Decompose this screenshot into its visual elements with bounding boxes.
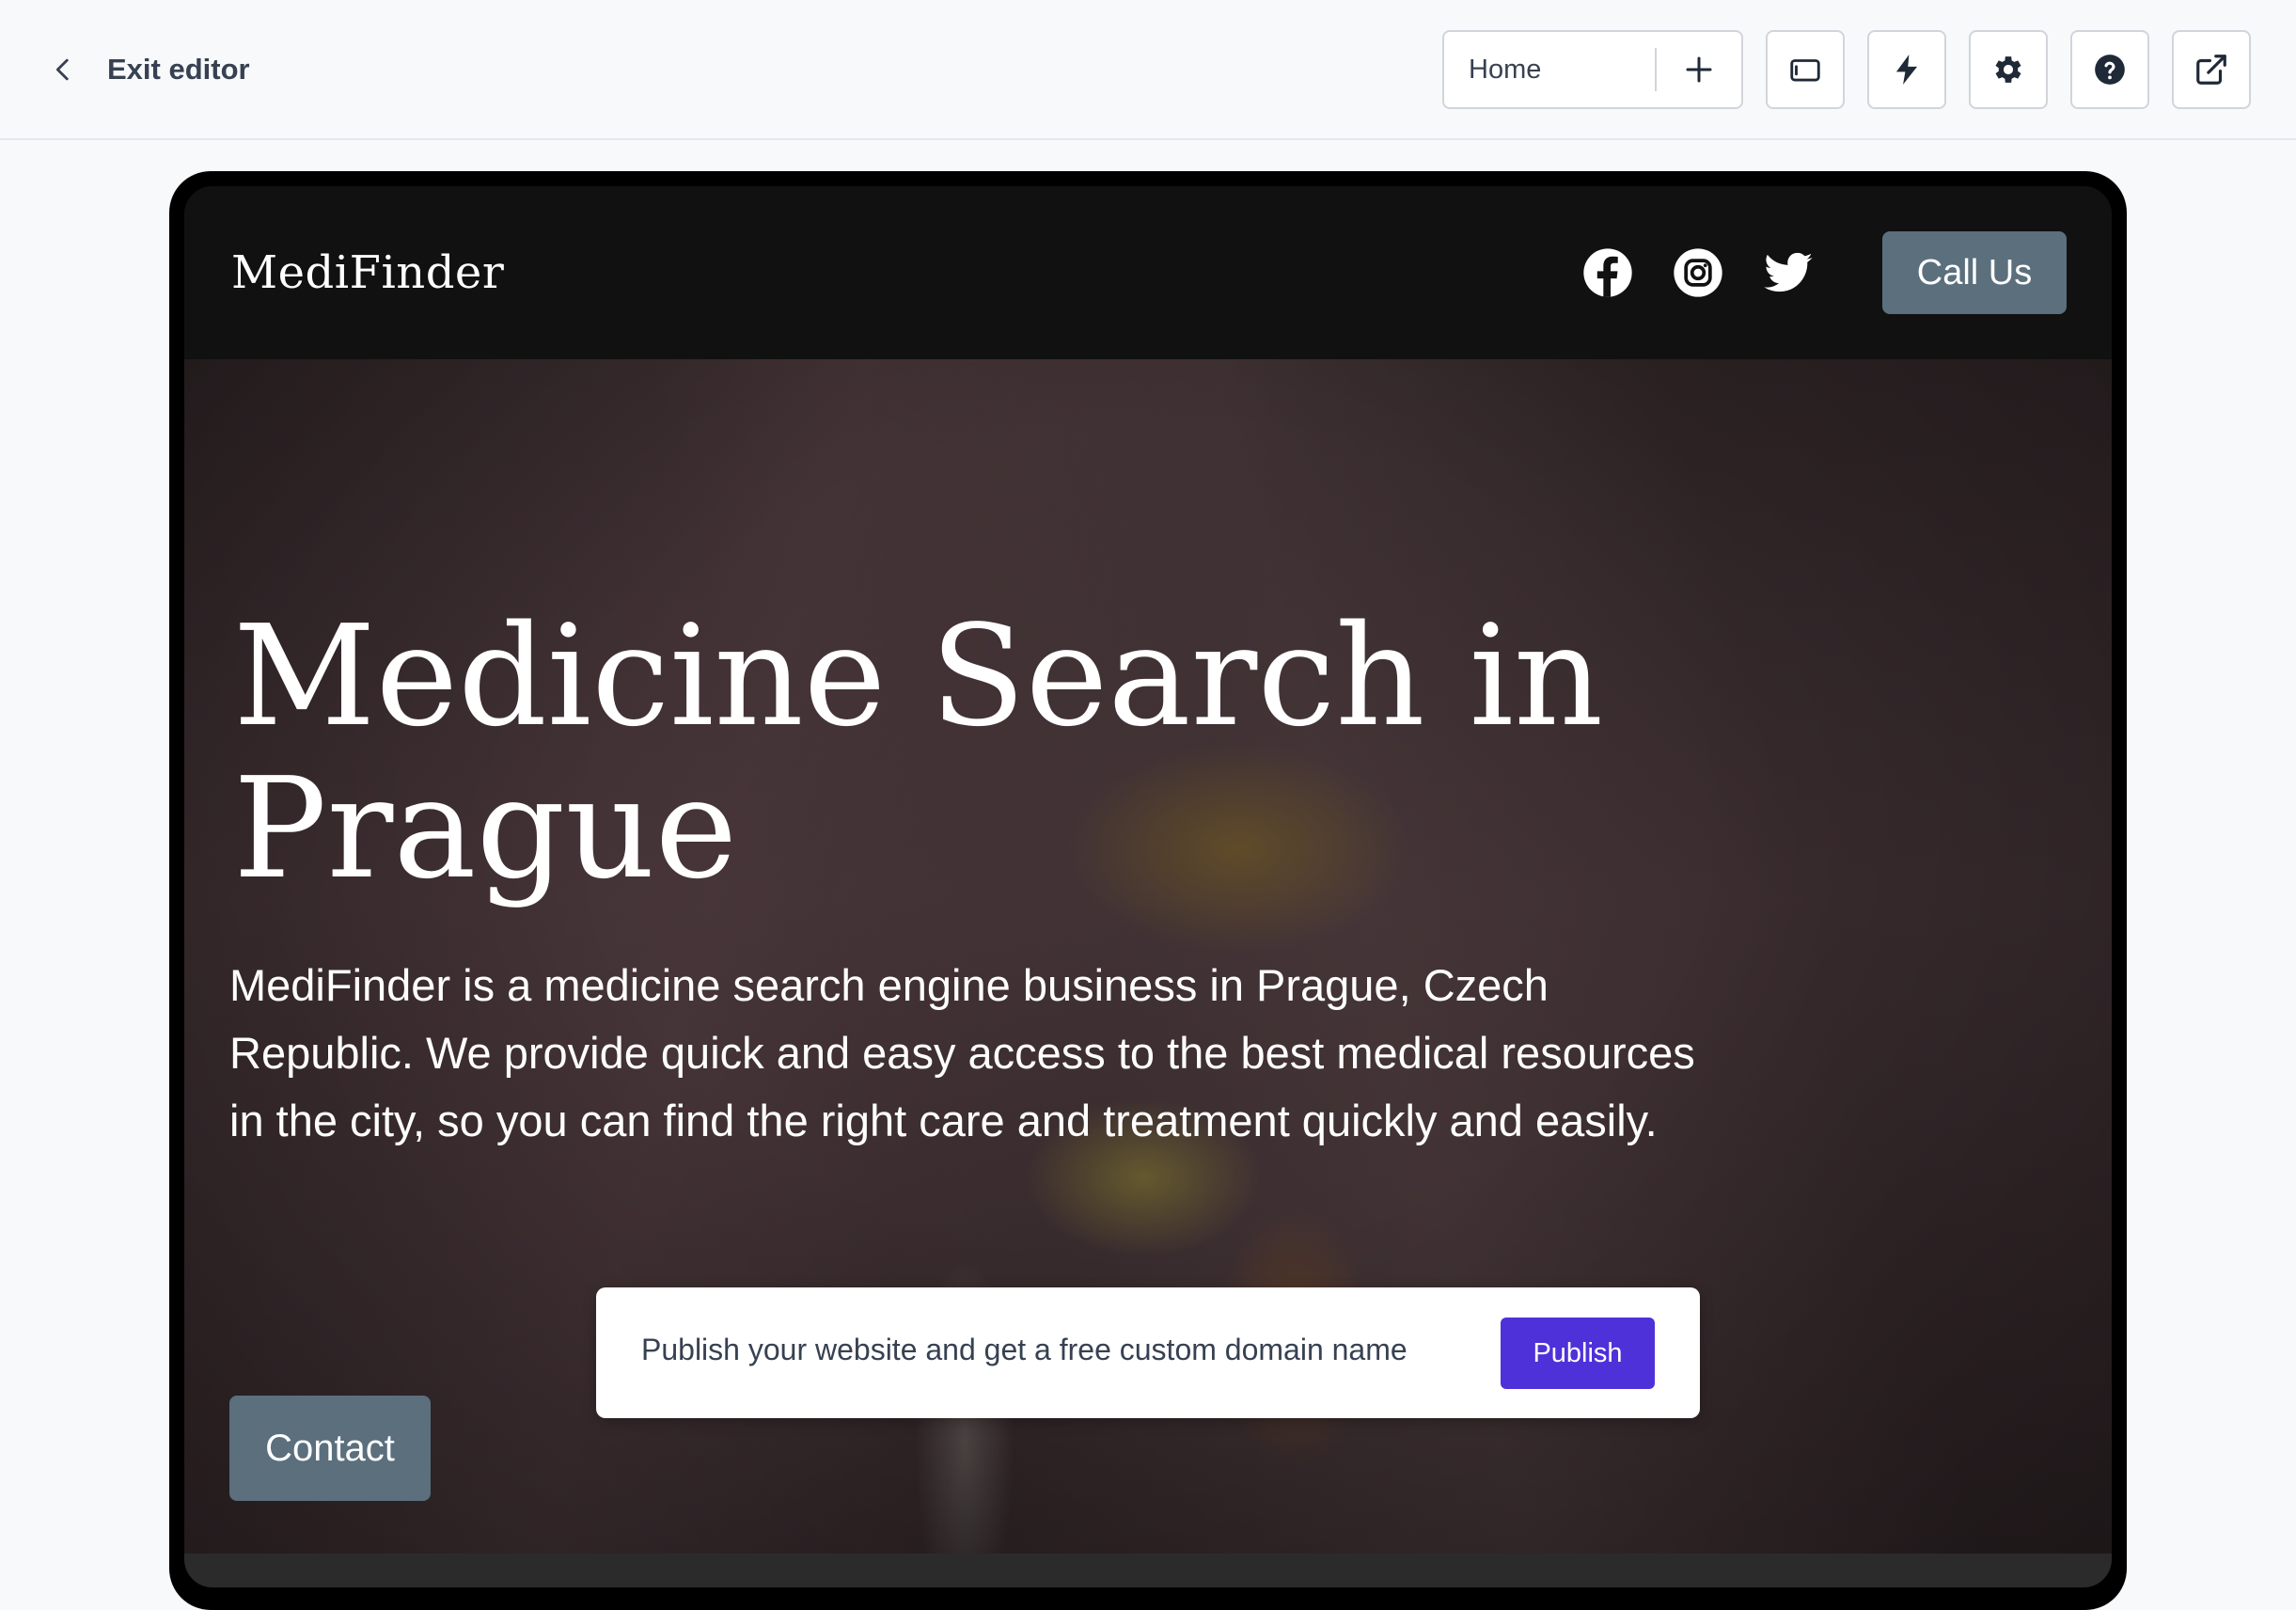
site-logo[interactable]: MediFinder: [231, 246, 504, 299]
exit-editor-button[interactable]: Exit editor: [47, 43, 250, 96]
current-page-name[interactable]: Home: [1444, 55, 1655, 86]
external-link-icon: [2196, 55, 2226, 85]
gear-icon: [1995, 56, 2021, 83]
site-header: MediFinder Call Us: [184, 186, 2112, 359]
call-us-button[interactable]: Call Us: [1882, 231, 2067, 314]
twitter-link[interactable]: [1762, 246, 1815, 299]
publish-banner: Publish your website and get a free cust…: [596, 1287, 1700, 1418]
hero-title: Medicine Search in Prague: [233, 595, 1604, 909]
lightning-icon: [1895, 55, 1918, 85]
facebook-link[interactable]: [1581, 246, 1634, 299]
chevron-left-icon: [55, 58, 69, 81]
settings-button[interactable]: [1969, 30, 2048, 109]
device-preview-button[interactable]: [1766, 30, 1845, 109]
publish-banner-text: Publish your website and get a free cust…: [641, 1333, 1407, 1366]
tablet-icon: [1790, 59, 1820, 82]
next-section-edge: [184, 1554, 2112, 1587]
facebook-icon: [1583, 248, 1632, 297]
exit-editor-label: Exit editor: [107, 53, 250, 86]
question-circle-icon: [2095, 55, 2125, 85]
help-button[interactable]: [2070, 30, 2149, 109]
add-page-button[interactable]: [1657, 32, 1741, 107]
twitter-icon: [1764, 252, 1813, 292]
instagram-link[interactable]: [1672, 246, 1724, 299]
plus-icon: [1686, 56, 1712, 83]
page-selector[interactable]: Home: [1442, 30, 1743, 109]
open-site-button[interactable]: [2172, 30, 2251, 109]
contact-button[interactable]: Contact: [229, 1396, 431, 1501]
publish-button[interactable]: Publish: [1501, 1318, 1655, 1389]
editor-toolbar: Exit editor Home: [0, 0, 2296, 140]
hero-description: MediFinder is a medicine search engine b…: [229, 960, 1695, 1145]
instagram-icon: [1674, 248, 1722, 297]
quick-actions-button[interactable]: [1867, 30, 1946, 109]
